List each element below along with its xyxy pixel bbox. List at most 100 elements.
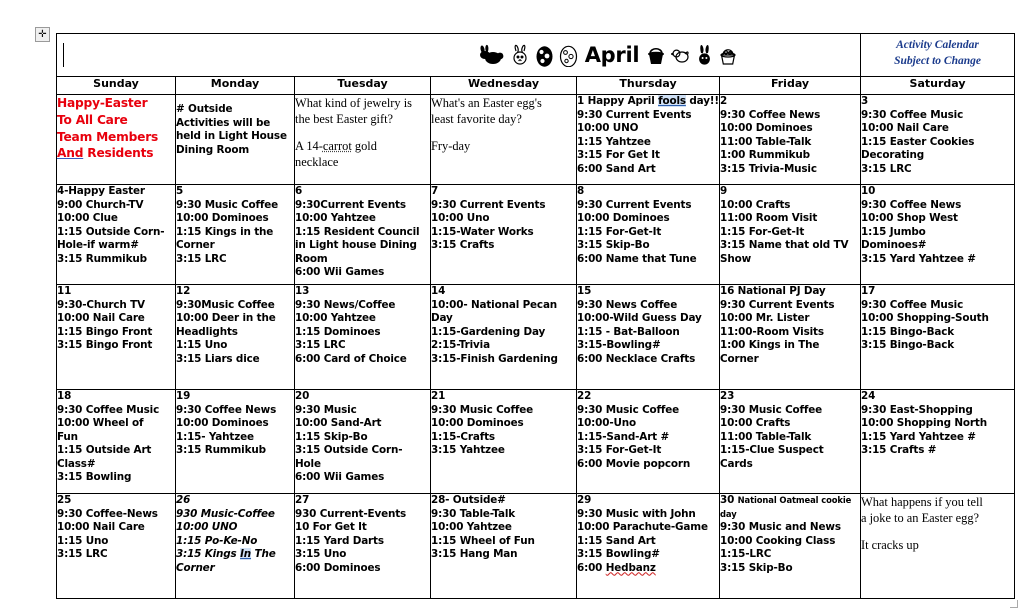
activity-item[interactable]: 10:00 Uno: [431, 212, 576, 226]
calendar-day-cell[interactable]: 30 National Oatmeal cookie day 9:30 Music…: [718, 493, 862, 599]
activity-item[interactable]: 6:00 Hedbanz: [577, 562, 719, 576]
activity-item[interactable]: 10:00-Uno: [577, 417, 719, 431]
activity-item[interactable]: 1:15 Outside Art: [57, 444, 175, 458]
calendar-day-cell[interactable]: 8 9:30 Current Events 10:00 Dominoes 1:15 F…: [576, 184, 720, 285]
activity-item[interactable]: 9:30 Music Coffee: [720, 404, 860, 418]
activity-item[interactable]: 1:15-Gardening Day: [431, 326, 576, 340]
activity-item[interactable]: 1:15 Bingo Front: [57, 326, 175, 340]
activity-item[interactable]: 9:30 Current Events: [720, 299, 860, 313]
activity-item[interactable]: 10:00 Clue: [57, 212, 175, 226]
activity-item[interactable]: 10:00 Dominoes: [176, 212, 294, 226]
activity-item[interactable]: 1:15 Sand Art: [577, 535, 719, 549]
activity-item[interactable]: 1:15 Dominoes: [295, 326, 430, 340]
activity-item[interactable]: 3:15 Name that old TV: [720, 239, 860, 253]
activity-item[interactable]: 10:00-Wild Guess Day: [577, 312, 719, 326]
activity-item[interactable]: 10:00 Mr. Lister: [720, 312, 860, 326]
calendar-day-cell[interactable]: 27 930 Current-Events 10 For Get It 1:15 Ya…: [294, 493, 431, 599]
calendar-day-cell[interactable]: 14 10:00- National Pecan Day 1:15-Gardening…: [430, 284, 577, 390]
activity-item[interactable]: Corner: [176, 239, 294, 253]
activity-item[interactable]: 930 Current-Events: [295, 508, 430, 522]
activity-item[interactable]: Corner: [720, 353, 860, 367]
calendar-day-cell[interactable]: 24 9:30 East-Shopping 10:00 Shopping North…: [860, 389, 1016, 494]
calendar-day-cell[interactable]: 18 9:30 Coffee Music 10:00 Wheel of Fun 1:15…: [56, 389, 176, 494]
activity-item[interactable]: Dominoes#: [861, 239, 1014, 253]
resize-corner-mark[interactable]: [1010, 600, 1018, 608]
activity-item[interactable]: 6:00 Wii Games: [295, 471, 430, 485]
activity-item[interactable]: 1:15 Easter Cookies: [861, 136, 1014, 150]
activity-item[interactable]: 9:30 Current Events: [577, 109, 719, 123]
activity-item[interactable]: 9:00 Church-TV: [57, 199, 175, 213]
activity-item[interactable]: Headlights: [176, 326, 294, 340]
activity-item[interactable]: 10:00 UNO: [577, 122, 719, 136]
activity-item[interactable]: Class#: [57, 458, 175, 472]
activity-item[interactable]: 11:00-Room Visits: [720, 326, 860, 340]
activity-item[interactable]: 1:15-Crafts: [431, 431, 576, 445]
activity-item[interactable]: 1:15 For-Get-It: [720, 226, 860, 240]
calendar-day-cell[interactable]: 25 9:30 Coffee-News 10:00 Nail Care 1:15 Un…: [56, 493, 176, 599]
activity-item[interactable]: Fun: [57, 431, 175, 445]
calendar-day-cell[interactable]: 6 9:30Current Events 10:00 Yahtzee 1:15 Res…: [294, 184, 431, 285]
activity-item[interactable]: 9:30 Coffee Music: [861, 299, 1014, 313]
activity-item[interactable]: 10:00 Nail Care: [57, 312, 175, 326]
activity-item[interactable]: 3:15 Hang Man: [431, 548, 576, 562]
activity-item[interactable]: 1:15-Clue Suspect: [720, 444, 860, 458]
activity-item[interactable]: 1:15 Yard Yahtzee #: [861, 431, 1014, 445]
activity-item[interactable]: 10 For Get It: [295, 521, 430, 535]
activity-item[interactable]: 3:15 Bowling: [57, 471, 175, 485]
activity-item[interactable]: 9:30Current Events: [295, 199, 430, 213]
activity-item[interactable]: 3:15 Bingo Front: [57, 339, 175, 353]
activity-item[interactable]: Corner: [176, 562, 294, 576]
calendar-day-cell[interactable]: 11 9:30-Church TV 10:00 Nail Care 1:15 Bing…: [56, 284, 176, 390]
calendar-day-cell[interactable]: 13 9:30 News/Coffee 10:00 Yahtzee 1:15 Domi…: [294, 284, 431, 390]
activity-item[interactable]: 10:00 Nail Care: [861, 122, 1014, 136]
activity-item[interactable]: 1:15 Yard Darts: [295, 535, 430, 549]
activity-item[interactable]: 3:15 Uno: [295, 548, 430, 562]
activity-item[interactable]: 10:00 Cooking Class: [720, 535, 860, 549]
activity-item[interactable]: 9:30 Music and News: [720, 521, 860, 535]
activity-item[interactable]: 1:15 Outside Corn-: [57, 226, 175, 240]
activity-item[interactable]: 11:00 Table-Talk: [720, 431, 860, 445]
activity-item[interactable]: Cards: [720, 458, 860, 472]
activity-item[interactable]: 6:00 Wii Games: [295, 266, 430, 280]
calendar-day-cell[interactable]: 2 9:30 Coffee News 10:00 Dominoes 11:00 Tab…: [718, 94, 862, 185]
activity-item[interactable]: 2:15-Trivia: [431, 339, 576, 353]
activity-item[interactable]: Hole: [295, 458, 430, 472]
activity-item[interactable]: 1:15 - Bat-Balloon: [577, 326, 719, 340]
activity-item[interactable]: 6:00 Movie popcorn: [577, 458, 719, 472]
activity-item[interactable]: 3:15 LRC: [57, 548, 175, 562]
activity-item[interactable]: 9:30 Current Events: [577, 199, 719, 213]
activity-item[interactable]: 6:00 Necklace Crafts: [577, 353, 719, 367]
activity-item[interactable]: 1:15 Jumbo: [861, 226, 1014, 240]
activity-item[interactable]: 9:30 Coffee News: [176, 404, 294, 418]
calendar-day-cell[interactable]: 5 9:30 Music Coffee 10:00 Dominoes 1:15 Kin…: [175, 184, 295, 285]
calendar-day-cell[interactable]: 7 9:30 Current Events 10:00 Uno 1:15-Water …: [430, 184, 577, 285]
outside-activities-note-cell[interactable]: # Outside Activities will be held in Light…: [175, 94, 295, 185]
activity-item[interactable]: 3:15 Skip-Bo: [720, 562, 860, 576]
activity-item[interactable]: 1:00 Rummikub: [720, 149, 860, 163]
activity-item[interactable]: 3:15 For Get It: [577, 149, 719, 163]
calendar-day-cell[interactable]: 4-Happy Easter 9:00 Church-TV 10:00 Clue 1:…: [56, 184, 176, 285]
calendar-day-cell[interactable]: 1 Happy April fools day!! 9:30 Current Ev…: [576, 94, 720, 185]
activity-item[interactable]: Decorating: [861, 149, 1014, 163]
activity-item[interactable]: Room: [295, 253, 430, 267]
activity-item[interactable]: 10:00 Nail Care: [57, 521, 175, 535]
activity-item[interactable]: 1:15 Uno: [57, 535, 175, 549]
activity-item[interactable]: 3:15 LRC: [295, 339, 430, 353]
activity-item[interactable]: 3:15 Skip-Bo: [577, 239, 719, 253]
activity-item[interactable]: 1:15-Sand-Art #: [577, 431, 719, 445]
activity-item[interactable]: 6:00 Card of Choice: [295, 353, 430, 367]
activity-item[interactable]: 6:00 Dominoes: [295, 562, 430, 576]
activity-item[interactable]: 9:30 Music with John: [577, 508, 719, 522]
activity-item[interactable]: 3:15 Liars dice: [176, 353, 294, 367]
activity-item[interactable]: 3:15 For-Get-It: [577, 444, 719, 458]
activity-item[interactable]: 9:30 Coffee Music: [57, 404, 175, 418]
activity-item[interactable]: 9:30 News/Coffee: [295, 299, 430, 313]
easter-greeting-cell[interactable]: Happy-Easter To All Care Team Members And R…: [56, 94, 176, 185]
activity-item[interactable]: 9:30 Coffee-News: [57, 508, 175, 522]
calendar-day-cell[interactable]: 26 930 Music-Coffee 10:00 UNO 1:15 Po-Ke-No…: [175, 493, 295, 599]
activity-item[interactable]: 11:00 Table-Talk: [720, 136, 860, 150]
activity-item[interactable]: 9:30 Coffee News: [861, 199, 1014, 213]
activity-item[interactable]: 3:15-Finish Gardening: [431, 353, 576, 367]
calendar-day-cell[interactable]: 22 9:30 Music Coffee 10:00-Uno 1:15-Sand-Ar…: [576, 389, 720, 494]
calendar-day-cell[interactable]: 15 9:30 News Coffee 10:00-Wild Guess Day 1:…: [576, 284, 720, 390]
